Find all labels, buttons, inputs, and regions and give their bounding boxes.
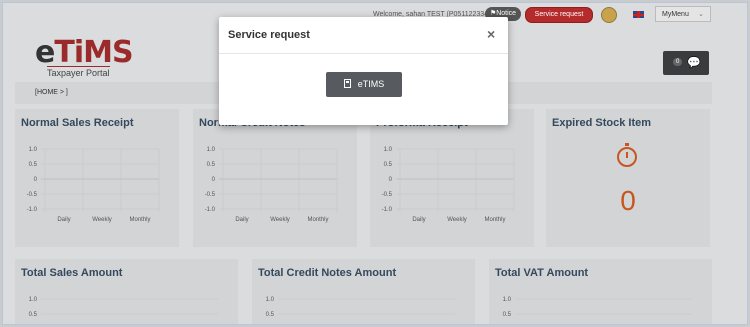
etims-button[interactable]: eTIMS bbox=[326, 72, 402, 97]
x-tick-label: Daily bbox=[57, 217, 70, 223]
y-tick-label: 1.0 bbox=[207, 147, 216, 153]
y-tick-label: 0.5 bbox=[29, 312, 38, 318]
card-total-sales-amount: Total Sales Amount 1.0 0.5 bbox=[15, 259, 238, 324]
x-tick-label: Weekly bbox=[447, 217, 467, 223]
chat-bubble-icon: 💬 bbox=[687, 57, 701, 69]
expired-stock-count: 0 bbox=[620, 185, 636, 216]
y-tick-label: -1.0 bbox=[382, 207, 393, 213]
etims-logo[interactable]: eTiMS Taxpayer Portal bbox=[33, 29, 134, 79]
chart-total-vat: 1.0 0.5 bbox=[503, 297, 692, 318]
logo-wordmark: eTiMS bbox=[35, 35, 134, 70]
y-tick-label: -0.5 bbox=[382, 192, 393, 198]
x-tick-label: Weekly bbox=[270, 217, 290, 223]
y-tick-label: 1.0 bbox=[266, 297, 275, 303]
chart-normal-sales: 1.0 0.5 0 -0.5 -1.0 Daily Weekly Monthly bbox=[27, 147, 160, 223]
stopwatch-icon bbox=[617, 143, 637, 167]
y-tick-label: 0.5 bbox=[207, 162, 216, 168]
y-tick-label: 0.5 bbox=[266, 312, 275, 318]
card-title: Total Credit Notes Amount bbox=[258, 267, 397, 279]
card-total-vat-amount: Total VAT Amount 1.0 0.5 bbox=[489, 259, 712, 324]
logo-subtitle: Taxpayer Portal bbox=[47, 66, 110, 78]
divider bbox=[219, 53, 508, 54]
y-tick-label: 0.5 bbox=[29, 162, 38, 168]
my-menu-dropdown[interactable]: MyMenu ⌄ bbox=[655, 6, 711, 22]
card-title: Total Sales Amount bbox=[21, 267, 123, 279]
messages-count-badge: 0 bbox=[673, 58, 683, 66]
chart-proforma: 1.0 0.5 0 -0.5 -1.0 Daily Weekly Monthly bbox=[382, 147, 515, 223]
x-tick-label: Monthly bbox=[307, 217, 328, 223]
service-request-modal: Service request × eTIMS bbox=[219, 17, 508, 125]
close-icon[interactable]: × bbox=[487, 26, 495, 42]
y-tick-label: 0 bbox=[34, 177, 38, 183]
service-request-button[interactable]: Service request bbox=[525, 7, 593, 23]
messages-button[interactable]: 0 💬 bbox=[663, 51, 709, 75]
chevron-down-icon: ⌄ bbox=[698, 11, 704, 18]
x-tick-label: Monthly bbox=[129, 217, 150, 223]
card-title: Total VAT Amount bbox=[495, 267, 589, 279]
x-tick-label: Daily bbox=[235, 217, 248, 223]
x-tick-label: Weekly bbox=[92, 217, 112, 223]
y-tick-label: 0 bbox=[212, 177, 216, 183]
x-tick-label: Daily bbox=[412, 217, 425, 223]
chart-total-credit: 1.0 0.5 bbox=[266, 297, 455, 318]
y-tick-label: 1.0 bbox=[503, 297, 512, 303]
my-menu-label: MyMenu bbox=[662, 11, 689, 18]
card-normal-credit-notes: Normal Credit Notes 1.00.50-0.5-1.0Daily… bbox=[193, 109, 357, 247]
chart-normal-credit: 1.0 0.5 0 -0.5 -1.0 Daily Weekly Monthly bbox=[205, 147, 338, 223]
uk-flag-icon[interactable] bbox=[633, 11, 644, 18]
app-frame: Welcome, sahan TEST (P051122334Z) ⚑Notic… bbox=[2, 2, 748, 325]
y-tick-label: -1.0 bbox=[205, 207, 216, 213]
y-tick-label: 1.0 bbox=[29, 297, 38, 303]
y-tick-label: -0.5 bbox=[27, 192, 38, 198]
card-expired-stock-item: Expired Stock Item 0 bbox=[546, 109, 710, 247]
y-tick-label: 0.5 bbox=[384, 162, 393, 168]
y-tick-label: 0 bbox=[389, 177, 393, 183]
card-title: Normal Sales Receipt bbox=[21, 117, 134, 129]
y-tick-label: 0.5 bbox=[503, 312, 512, 318]
breadcrumb[interactable]: [HOME > ] bbox=[35, 89, 68, 96]
x-tick-label: Monthly bbox=[484, 217, 505, 223]
card-total-credit-notes-amount: Total Credit Notes Amount 1.0 0.5 bbox=[252, 259, 475, 324]
chart-total-sales: 1.0 0.5 bbox=[29, 297, 218, 318]
avatar[interactable] bbox=[601, 7, 617, 23]
y-tick-label: 1.0 bbox=[384, 147, 393, 153]
card-proforma-receipt: Proforma Receipt 1.00.50-0.5-1.0DailyWee… bbox=[370, 109, 534, 247]
card-title: Expired Stock Item bbox=[552, 117, 652, 129]
y-tick-label: 1.0 bbox=[29, 147, 38, 153]
calculator-icon bbox=[343, 79, 351, 88]
modal-title: Service request bbox=[228, 29, 310, 41]
etims-button-label: eTIMS bbox=[357, 79, 385, 89]
card-normal-sales-receipt: Normal Sales Receipt 1.0 0.5 0 -0.5 -1.0 Dail… bbox=[15, 109, 179, 247]
y-tick-label: -0.5 bbox=[205, 192, 216, 198]
y-tick-label: -1.0 bbox=[27, 207, 38, 213]
